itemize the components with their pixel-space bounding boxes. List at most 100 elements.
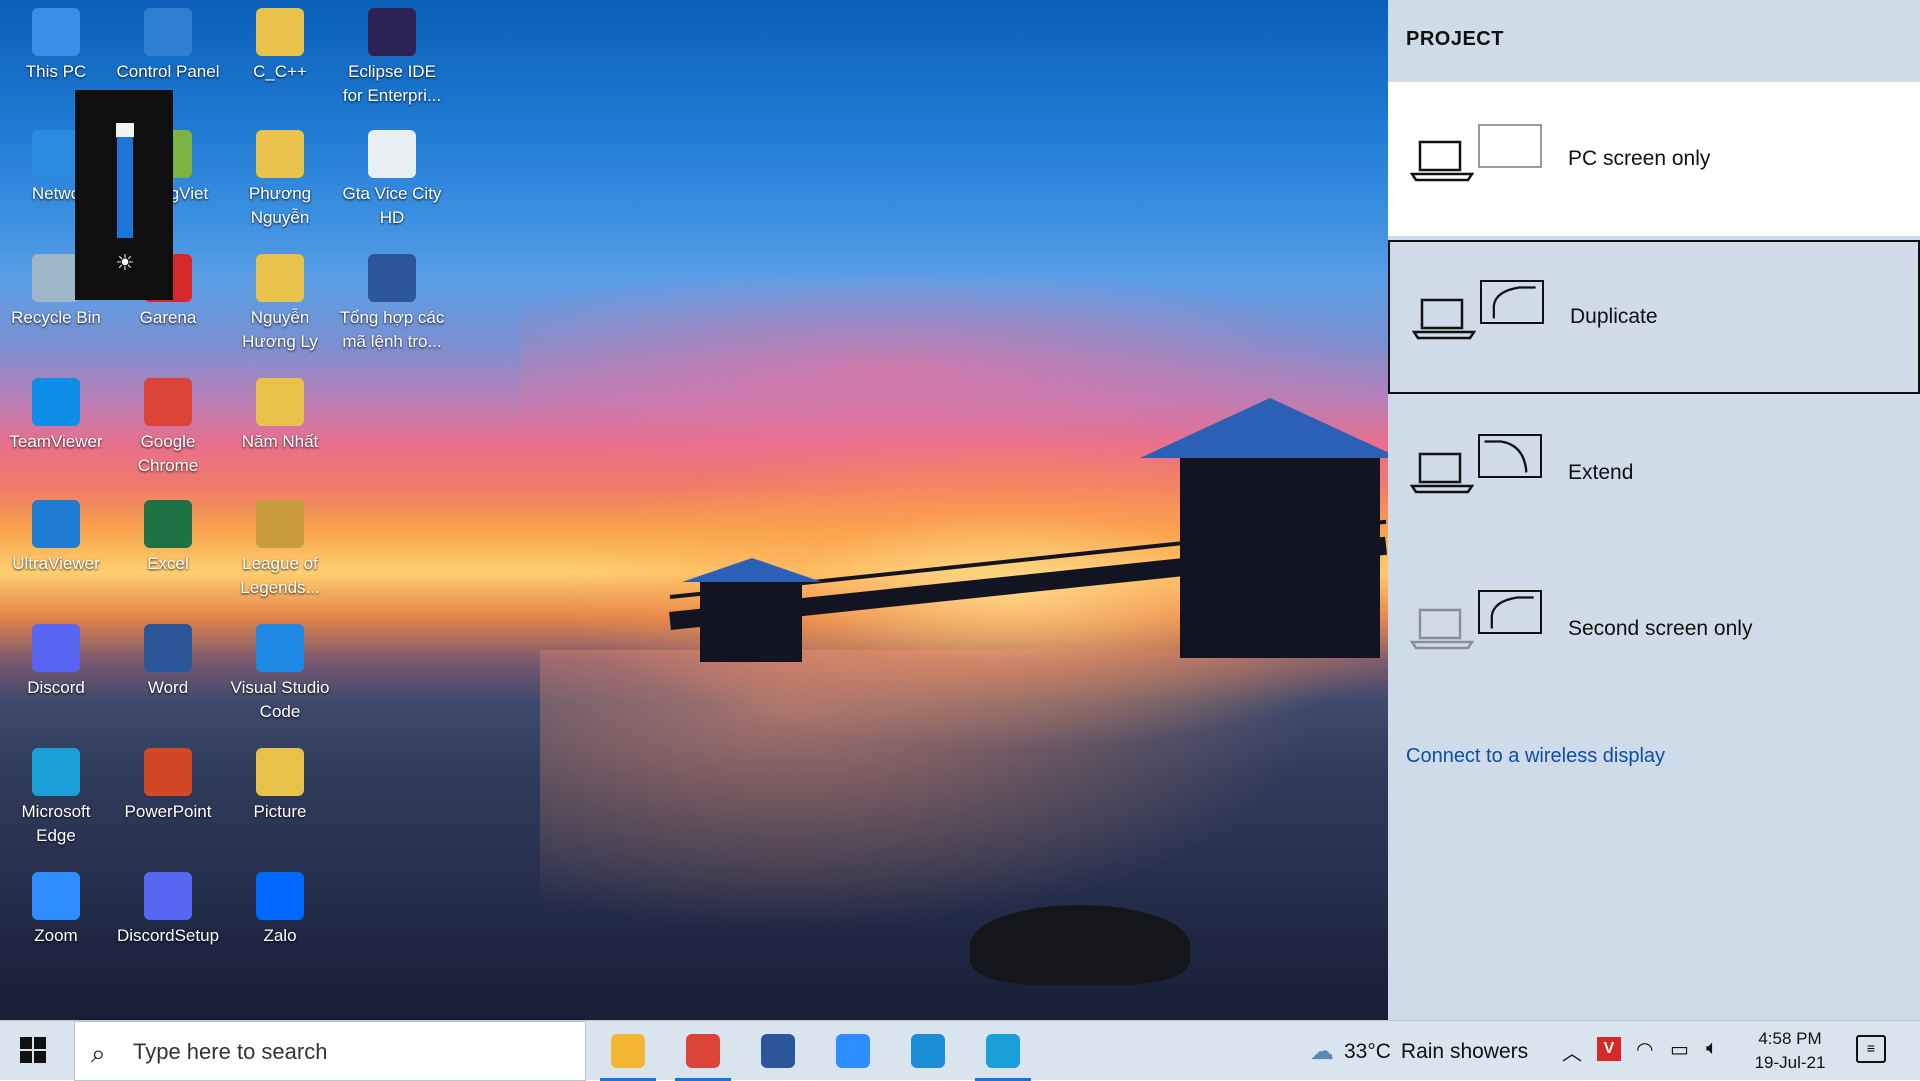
desktop-icon[interactable]: This PC: [2, 0, 110, 84]
desktop-icon-label: This PC: [25, 62, 87, 81]
desktop-icon-label: Zoom: [34, 926, 78, 945]
pc-screen-only-label: PC screen only: [1568, 147, 1711, 170]
desktop-icon-label: Visual Studio Code: [230, 678, 330, 721]
eclipse-icon: [368, 8, 416, 56]
app-icon: [911, 1034, 945, 1068]
discord-icon: [32, 624, 80, 672]
extend-monitor-icon: [1478, 434, 1542, 478]
desktop-icon[interactable]: Microsoft Edge: [2, 740, 110, 848]
extend-label: Extend: [1568, 461, 1634, 484]
wallpaper-hut-roof: [1140, 398, 1400, 458]
desktop-icon[interactable]: Word: [114, 616, 222, 700]
duplicate-label: Duplicate: [1570, 305, 1658, 328]
desktop-icon[interactable]: PowerPoint: [114, 740, 222, 824]
second-screen-only-label: Second screen only: [1568, 617, 1753, 640]
desktop-icon[interactable]: TeamViewer: [2, 370, 110, 454]
project-panel-title: PROJECT: [1406, 28, 1504, 50]
network-icon: [32, 130, 80, 178]
desktop-icon-label: C_C++: [253, 62, 307, 81]
zoom-icon: [32, 872, 80, 920]
desktop-icon-label: Tổng hợp các mã lệnh tro...: [339, 308, 445, 351]
desktop-icon[interactable]: Gta Vice City HD: [338, 122, 446, 230]
taskbar-app-button[interactable]: [750, 1029, 806, 1073]
desktop-icon-label: Recycle Bin: [11, 308, 101, 327]
desktop-icon[interactable]: Zoom: [2, 864, 110, 948]
wallpaper-hut: [1180, 458, 1380, 658]
desktop-icon[interactable]: Control Panel: [114, 0, 222, 84]
windows-start-button[interactable]: [20, 1037, 46, 1063]
desktop-icon[interactable]: Zalo: [226, 864, 334, 948]
desktop-icon[interactable]: Google Chrome: [114, 370, 222, 478]
battery-icon[interactable]: ▭: [1670, 1037, 1689, 1062]
windows-logo-icon: [20, 1037, 32, 1049]
pc-screen-only-option[interactable]: PC screen only: [1388, 82, 1920, 236]
desktop-icon-label: League of Legends...: [240, 554, 320, 597]
desktop-icon[interactable]: League of Legends...: [226, 492, 334, 600]
file-explorer-icon: [611, 1034, 645, 1068]
desktop-icon[interactable]: Năm Nhất: [226, 370, 334, 454]
desktop-icon-label: UltraViewer: [12, 554, 100, 573]
taskbar-clock[interactable]: 4:58 PM 19-Jul-21: [1742, 1027, 1838, 1075]
ultraviewer-icon: [32, 500, 80, 548]
wallpaper-sea: [540, 650, 1360, 950]
taskbar-app-button[interactable]: [600, 1029, 656, 1081]
desktop-icon[interactable]: C_C++: [226, 0, 334, 84]
second-screen-only-option[interactable]: Second screen only: [1388, 552, 1920, 706]
desktop-icon[interactable]: Tổng hợp các mã lệnh tro...: [338, 246, 446, 354]
desktop-icon-label: Control Panel: [116, 62, 220, 81]
taskbar-app-button[interactable]: [675, 1029, 731, 1081]
extend-option[interactable]: Extend: [1388, 396, 1920, 550]
zoom-icon: [836, 1034, 870, 1068]
weather-widget[interactable]: ☁ 33°C Rain showers: [1310, 1037, 1528, 1066]
wifi-icon[interactable]: ◠: [1636, 1037, 1653, 1062]
search-placeholder: Type here to search: [133, 1039, 328, 1064]
taskbar-app-button[interactable]: [975, 1029, 1031, 1081]
rain-cloud-icon: ☁: [1310, 1038, 1334, 1065]
unikey-tray-icon[interactable]: V: [1597, 1037, 1621, 1061]
taskbar-search-box[interactable]: ⌕ Type here to search: [74, 1021, 586, 1081]
desktop-icon-label: Picture: [253, 802, 307, 821]
laptop-icon: [1412, 298, 1476, 340]
word-doc-icon: [368, 254, 416, 302]
desktop-icon[interactable]: Visual Studio Code: [226, 616, 334, 724]
desktop-icon[interactable]: Nguyễn Hương Ly: [226, 246, 334, 354]
brightness-flyout: ☀: [75, 90, 173, 300]
desktop-icon-label: Năm Nhất: [241, 432, 319, 451]
speaker-icon[interactable]: 🔈︎: [1706, 1037, 1718, 1060]
wallpaper-small-hut: [700, 582, 802, 662]
chevron-up-icon[interactable]: ︿: [1562, 1037, 1582, 1066]
desktop-icon[interactable]: Eclipse IDE for Enterpri...: [338, 0, 446, 108]
windows-logo-icon: [34, 1051, 46, 1063]
project-panel: PROJECT PC screen only Duplicate Extend: [1388, 0, 1920, 1020]
duplicate-option[interactable]: Duplicate: [1388, 240, 1920, 394]
brightness-slider-track[interactable]: [117, 129, 133, 238]
vscode-icon: [256, 624, 304, 672]
desktop-icon[interactable]: UltraViewer: [2, 492, 110, 576]
desktop-icon[interactable]: Excel: [114, 492, 222, 576]
desktop-icon-label: DiscordSetup: [116, 926, 220, 945]
edge-icon: [986, 1034, 1020, 1068]
connect-wireless-display-link[interactable]: Connect to a wireless display: [1406, 745, 1665, 768]
desktop-icon[interactable]: Picture: [226, 740, 334, 824]
wallpaper-small-hut-roof: [682, 558, 822, 582]
laptop-icon: [1410, 452, 1474, 494]
brightness-slider-thumb[interactable]: [116, 123, 134, 137]
desktop-icon[interactable]: Phương Nguyễn: [226, 122, 334, 230]
action-center-icon[interactable]: ≡: [1856, 1035, 1886, 1063]
excel-icon: [144, 500, 192, 548]
weather-temp: 33°C: [1344, 1039, 1391, 1063]
desktop-icon[interactable]: DiscordSetup: [114, 864, 222, 948]
control-panel-icon: [144, 8, 192, 56]
folder-icon: [256, 254, 304, 302]
desktop-icon-label: Discord: [27, 678, 85, 697]
powerpoint-icon: [144, 748, 192, 796]
taskbar-app-button[interactable]: [900, 1029, 956, 1073]
weather-condition: Rain showers: [1400, 1039, 1529, 1063]
desktop-icon-label: Word: [147, 678, 189, 697]
desktop-icon[interactable]: Discord: [2, 616, 110, 700]
desktop-icon-label: Eclipse IDE for Enterpri...: [342, 62, 442, 105]
desktop-icon-label: Excel: [147, 554, 189, 573]
taskbar-app-button[interactable]: [825, 1029, 881, 1073]
chrome-icon: [144, 378, 192, 426]
folder-icon: [256, 378, 304, 426]
